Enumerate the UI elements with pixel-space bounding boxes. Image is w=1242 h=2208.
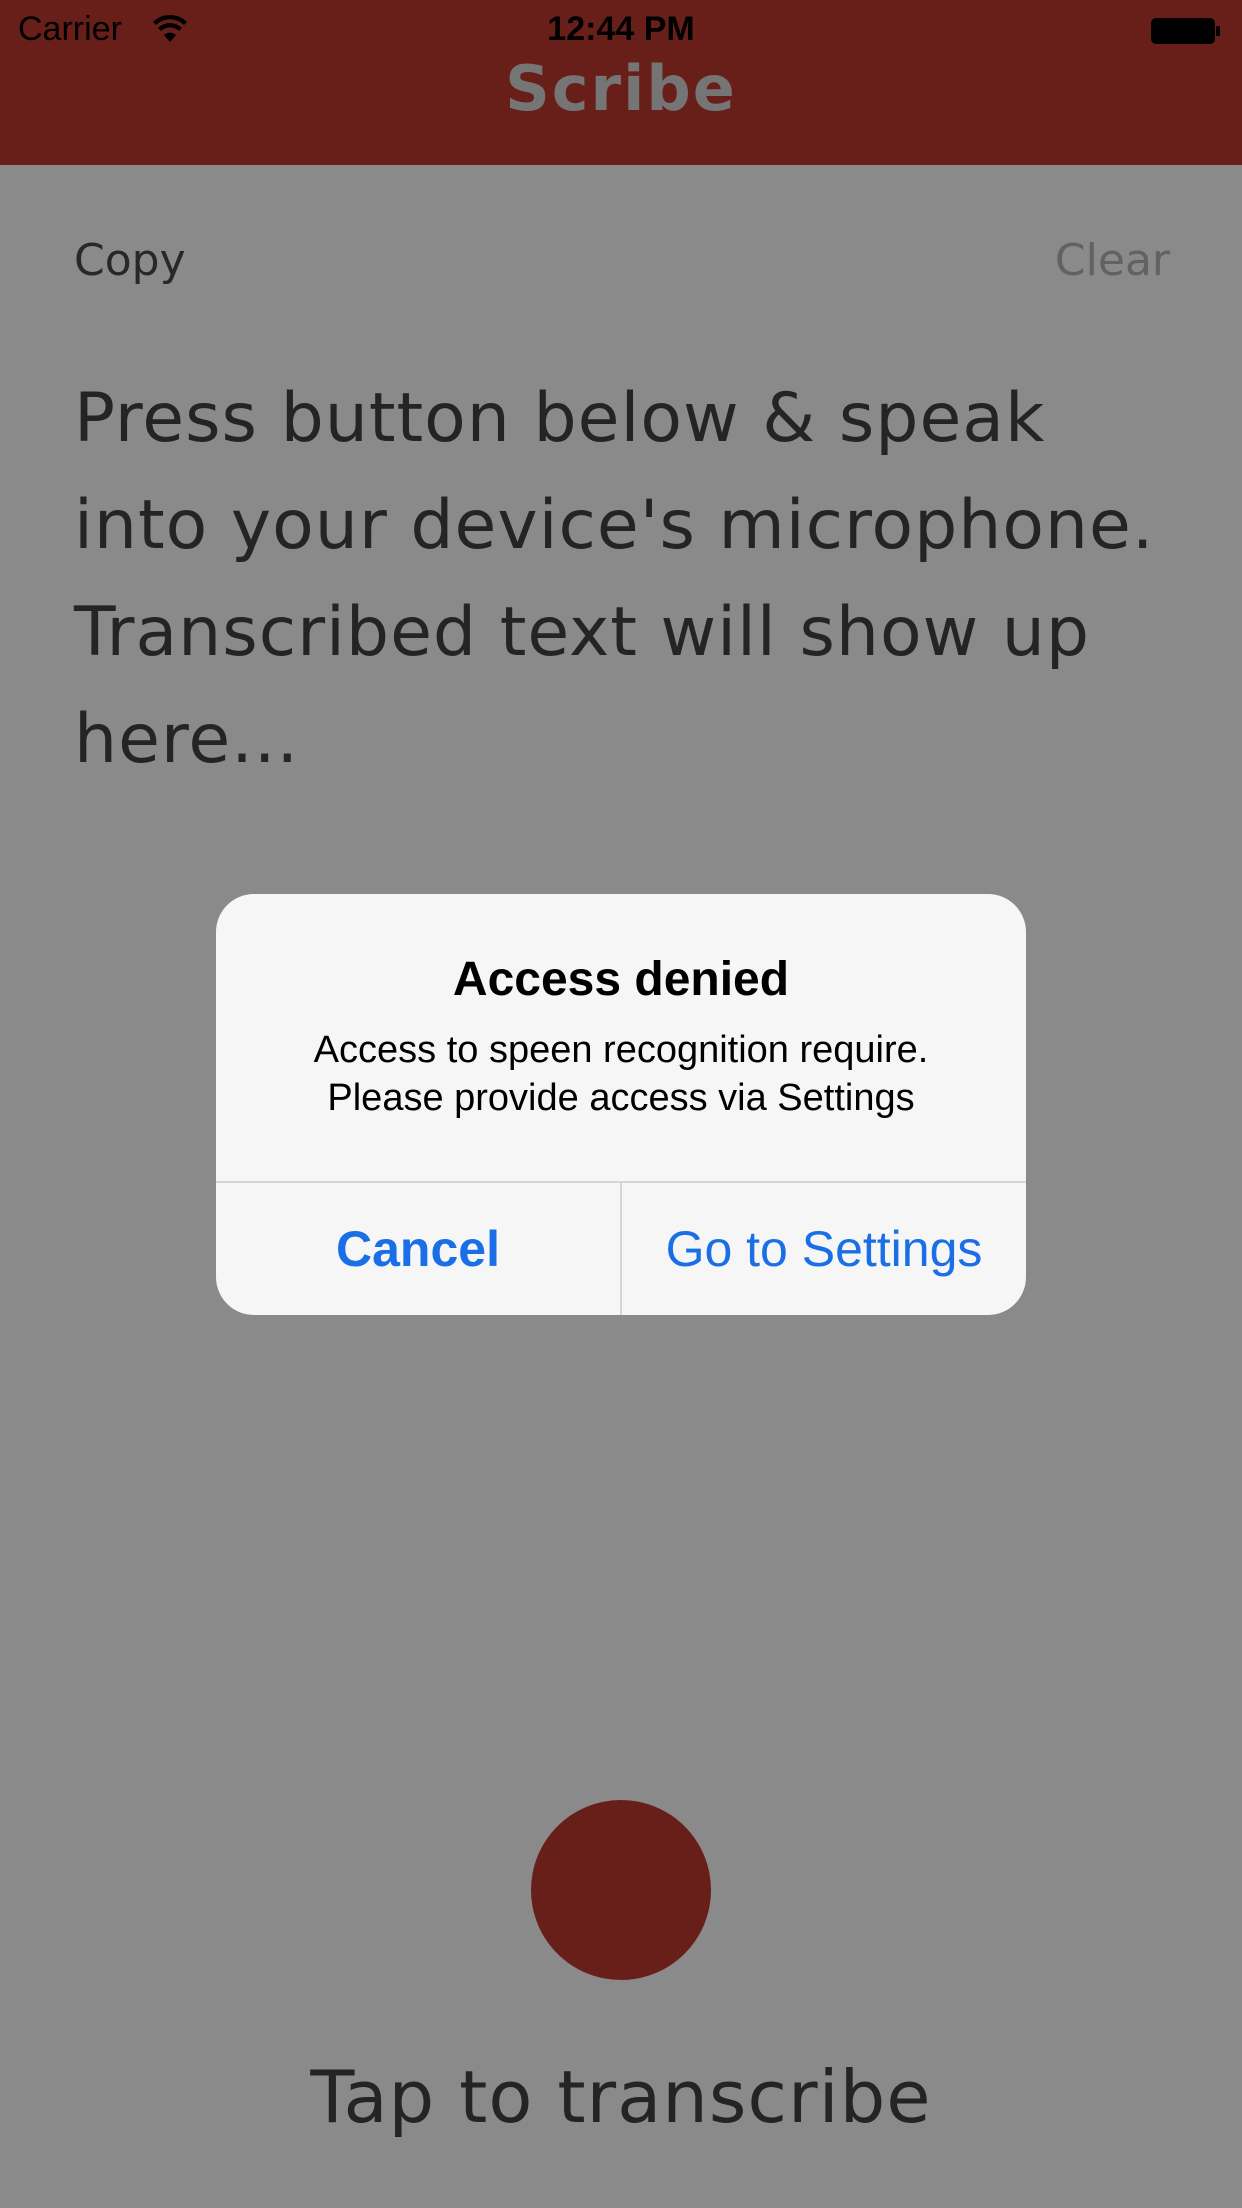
go-to-settings-button[interactable]: Go to Settings bbox=[622, 1183, 1026, 1315]
alert-message: Access to speen recognition require. Ple… bbox=[236, 1026, 1006, 1122]
alert-title: Access denied bbox=[452, 953, 790, 1006]
cancel-button[interactable]: Cancel bbox=[216, 1183, 620, 1315]
alert-message-line-2: Please provide access via Settings bbox=[327, 1077, 915, 1119]
alert-message-line-1: Access to speen recognition require. bbox=[313, 1029, 929, 1071]
access-denied-alert: Access denied Access to speen recognitio… bbox=[216, 894, 1026, 1315]
app-screen: Carrier 12:44 PM Scribe Copy Clear Press… bbox=[0, 0, 1242, 2208]
